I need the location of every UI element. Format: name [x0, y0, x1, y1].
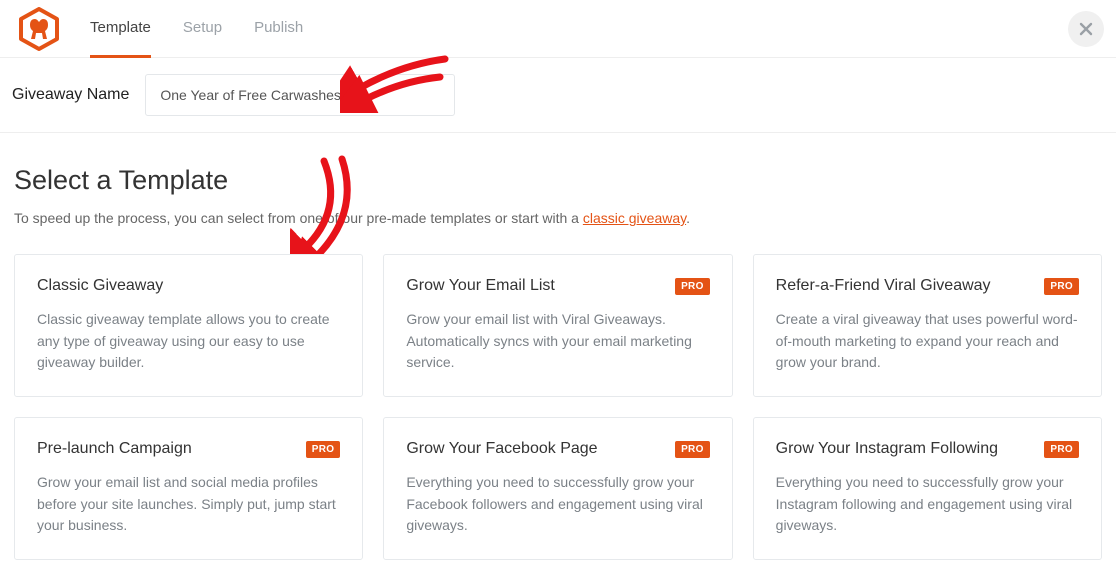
card-desc: Classic giveaway template allows you to …	[37, 309, 340, 374]
template-card-grow-email-list[interactable]: Grow Your Email List PRO Grow your email…	[383, 254, 732, 397]
card-title: Pre-launch Campaign	[37, 440, 192, 458]
pro-badge: PRO	[1044, 278, 1079, 295]
pro-badge: PRO	[1044, 441, 1079, 458]
card-desc: Everything you need to successfully grow…	[776, 472, 1079, 537]
template-card-classic-giveaway[interactable]: Classic Giveaway Classic giveaway templa…	[14, 254, 363, 397]
pro-badge: PRO	[675, 278, 710, 295]
card-head: Refer-a-Friend Viral Giveaway PRO	[776, 277, 1079, 295]
tab-template[interactable]: Template	[90, 0, 151, 58]
tab-label: Template	[90, 19, 151, 36]
giveaway-name-label: Giveaway Name	[12, 86, 129, 104]
card-desc: Grow your email list with Viral Giveaway…	[406, 309, 709, 374]
card-desc: Everything you need to successfully grow…	[406, 472, 709, 537]
card-head: Pre-launch Campaign PRO	[37, 440, 340, 458]
top-bar: Template Setup Publish	[0, 0, 1116, 58]
section-intro: To speed up the process, you can select …	[14, 210, 1102, 226]
card-title: Refer-a-Friend Viral Giveaway	[776, 277, 991, 295]
template-body: Select a Template To speed up the proces…	[0, 133, 1116, 560]
template-card-grow-facebook[interactable]: Grow Your Facebook Page PRO Everything y…	[383, 417, 732, 560]
rafflepress-logo-icon	[17, 7, 61, 51]
step-tabs: Template Setup Publish	[90, 0, 303, 58]
intro-text: To speed up the process, you can select …	[14, 210, 583, 226]
card-desc: Create a viral giveaway that uses powerf…	[776, 309, 1079, 374]
tab-label: Publish	[254, 19, 303, 36]
pro-badge: PRO	[306, 441, 341, 458]
card-title: Classic Giveaway	[37, 277, 163, 295]
classic-giveaway-link[interactable]: classic giveaway	[583, 210, 686, 226]
card-desc: Grow your email list and social media pr…	[37, 472, 340, 537]
giveaway-name-input[interactable]	[145, 74, 455, 116]
close-icon	[1079, 22, 1093, 36]
card-title: Grow Your Email List	[406, 277, 555, 295]
template-card-refer-a-friend[interactable]: Refer-a-Friend Viral Giveaway PRO Create…	[753, 254, 1102, 397]
card-head: Grow Your Email List PRO	[406, 277, 709, 295]
logo	[8, 7, 70, 51]
template-grid: Classic Giveaway Classic giveaway templa…	[14, 254, 1102, 560]
tab-publish[interactable]: Publish	[254, 0, 303, 58]
intro-text-after: .	[686, 210, 690, 226]
card-title: Grow Your Facebook Page	[406, 440, 597, 458]
tab-setup[interactable]: Setup	[183, 0, 222, 58]
card-head: Grow Your Facebook Page PRO	[406, 440, 709, 458]
card-head: Grow Your Instagram Following PRO	[776, 440, 1079, 458]
template-card-grow-instagram[interactable]: Grow Your Instagram Following PRO Everyt…	[753, 417, 1102, 560]
card-head: Classic Giveaway	[37, 277, 340, 295]
template-card-pre-launch[interactable]: Pre-launch Campaign PRO Grow your email …	[14, 417, 363, 560]
section-heading: Select a Template	[14, 165, 1102, 196]
close-button[interactable]	[1068, 11, 1104, 47]
card-title: Grow Your Instagram Following	[776, 440, 998, 458]
giveaway-name-row: Giveaway Name	[0, 58, 1116, 133]
tab-label: Setup	[183, 19, 222, 36]
pro-badge: PRO	[675, 441, 710, 458]
